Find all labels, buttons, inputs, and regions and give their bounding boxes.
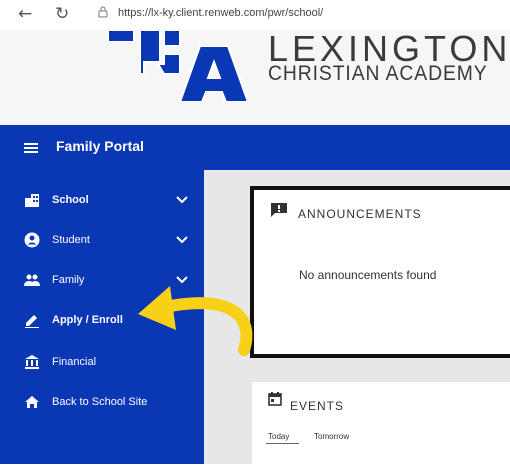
- lock-icon: [98, 6, 108, 18]
- sidebar-item-apply-enroll[interactable]: Apply / Enroll: [0, 302, 204, 338]
- building-icon: [25, 194, 39, 207]
- sidebar-item-financial[interactable]: Financial: [0, 344, 204, 380]
- sidebar-item-student[interactable]: Student: [0, 222, 204, 258]
- home-icon: [25, 396, 39, 408]
- sidebar-item-label: Back to School Site: [52, 396, 148, 408]
- sidebar-item-school[interactable]: School: [0, 182, 204, 218]
- sidebar-item-label: School: [52, 194, 89, 206]
- account-icon: [24, 232, 40, 248]
- sidebar-item-label: Student: [52, 234, 90, 246]
- sidebar-item-back-to-school-site[interactable]: Back to School Site: [0, 384, 204, 420]
- sidebar-nav: School Student Family Apply / Enroll Fin…: [0, 170, 204, 464]
- events-title: EVENTS: [290, 399, 345, 413]
- announcement-icon: [271, 203, 287, 217]
- address-bar-url[interactable]: https://lx-ky.client.renweb.com/pwr/scho…: [118, 7, 323, 19]
- tab-today[interactable]: Today: [268, 432, 289, 441]
- sidebar-item-label: Financial: [52, 356, 97, 368]
- tab-tomorrow[interactable]: Tomorrow: [314, 432, 349, 441]
- bank-icon: [25, 355, 39, 369]
- menu-icon[interactable]: [24, 143, 38, 153]
- browser-toolbar: ← ↻ https://lx-ky.client.renweb.com/pwr/…: [0, 0, 510, 30]
- pencil-icon: [25, 315, 39, 328]
- reload-icon[interactable]: ↻: [55, 4, 69, 24]
- sidebar-item-label: Apply / Enroll: [52, 314, 123, 326]
- school-name-secondary: CHRISTIAN ACADEMY: [268, 62, 488, 85]
- chevron-down-icon[interactable]: [176, 236, 188, 244]
- announcements-title: ANNOUNCEMENTS: [298, 207, 422, 221]
- sidebar-item-label: Family: [52, 274, 85, 286]
- back-arrow-icon[interactable]: ←: [18, 4, 32, 24]
- app-topbar: Family Portal: [0, 125, 510, 170]
- school-header: LEXINGTON CHRISTIAN ACADEMY: [0, 30, 510, 125]
- portal-title: Family Portal: [56, 138, 144, 154]
- announcements-empty-message: No announcements found: [299, 268, 437, 282]
- chevron-down-icon[interactable]: [176, 196, 188, 204]
- chevron-down-icon[interactable]: [176, 276, 188, 284]
- sidebar-item-family[interactable]: Family: [0, 262, 204, 298]
- active-tab-indicator: [266, 443, 299, 444]
- calendar-icon: [268, 392, 282, 406]
- events-card: [252, 382, 510, 472]
- people-icon: [24, 274, 40, 286]
- school-logo: [107, 30, 250, 102]
